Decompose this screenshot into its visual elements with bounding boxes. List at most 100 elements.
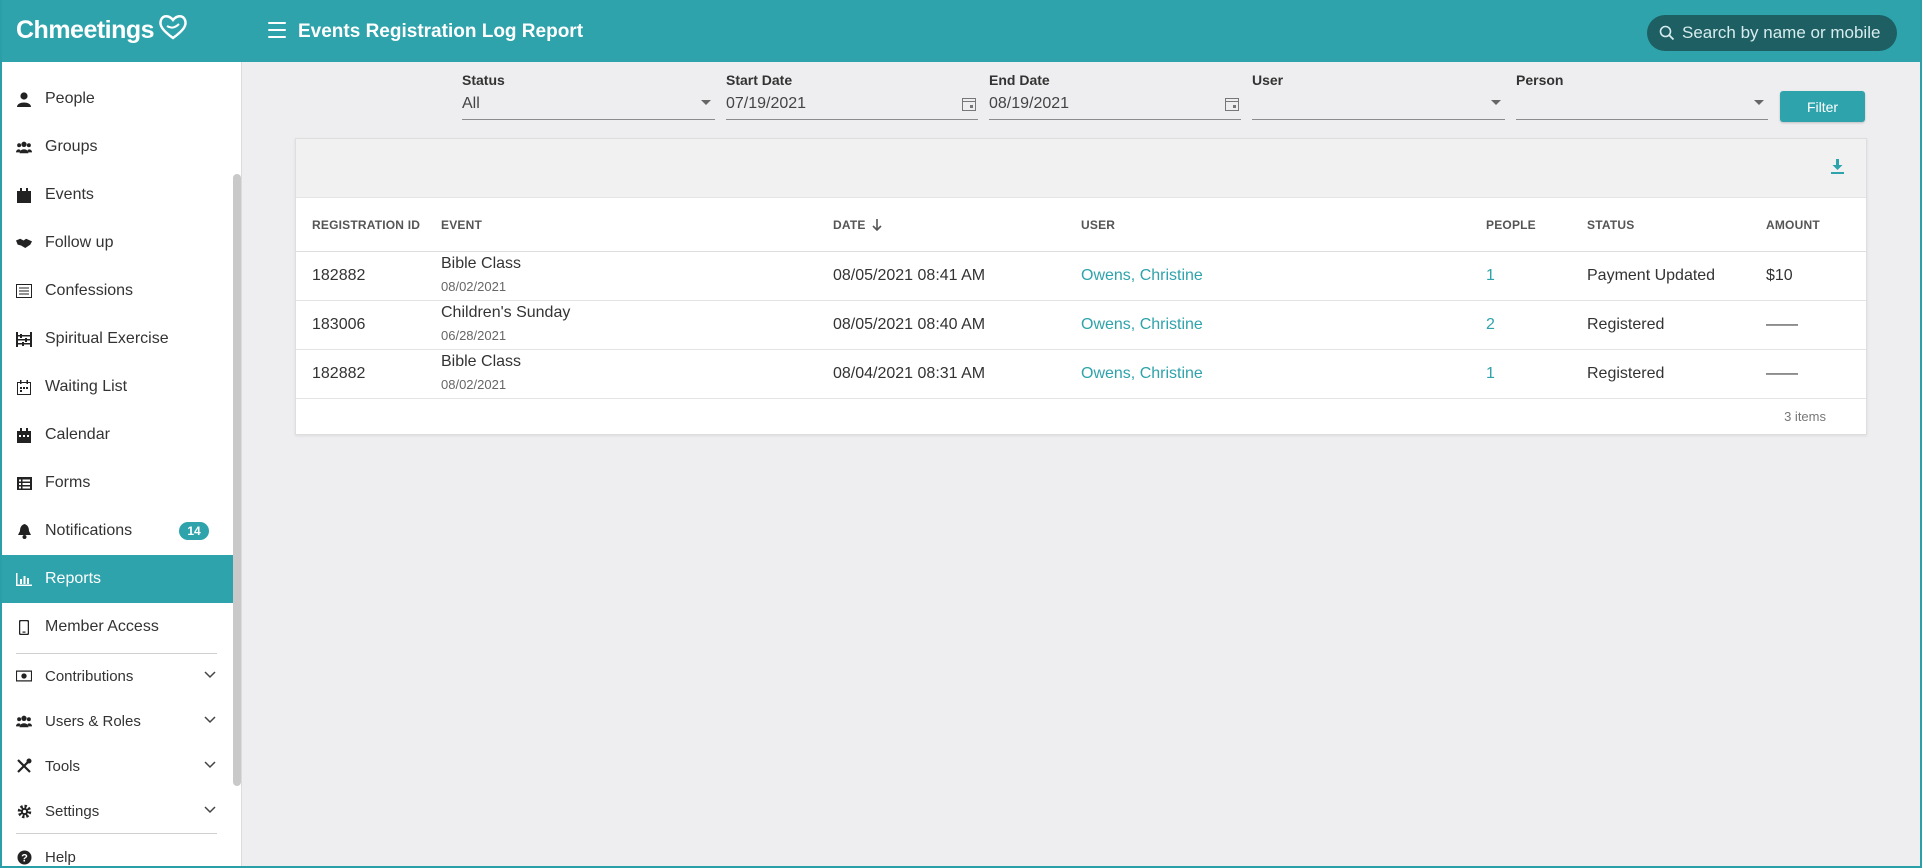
- dropdown-caret-icon: [701, 100, 711, 105]
- sidebar-item-follow-up[interactable]: Follow up: [0, 219, 233, 267]
- menu-toggle-icon[interactable]: [268, 22, 286, 38]
- sidebar-item-label: Confessions: [45, 282, 134, 299]
- app-logo[interactable]: Chmeetings: [16, 14, 188, 45]
- table-row[interactable]: 182882 Bible Class 08/02/2021 08/04/2021…: [296, 350, 1866, 399]
- dropdown-caret-icon: [1491, 100, 1501, 105]
- column-header-event[interactable]: EVENT: [441, 218, 482, 232]
- table-row[interactable]: 182882 Bible Class 08/02/2021 08/05/2021…: [296, 252, 1866, 301]
- sidebar-item-label: Calendar: [45, 426, 110, 443]
- download-icon[interactable]: [1831, 159, 1844, 174]
- sidebar-item-users-roles[interactable]: Users & Roles: [0, 699, 233, 743]
- amount: $10: [1766, 267, 1793, 284]
- event-name: Children's Sunday: [441, 304, 571, 321]
- registration-date: 08/05/2021 08:40 AM: [833, 316, 986, 333]
- sidebar: People Groups Events Follow up Confessio…: [0, 62, 242, 868]
- sidebar-scrollbar[interactable]: [233, 174, 241, 786]
- calendar-icon: [16, 427, 32, 443]
- sidebar-item-label: Groups: [45, 138, 98, 155]
- gear-icon: [16, 803, 32, 819]
- sidebar-item-label: Help: [45, 848, 76, 866]
- sidebar-item-confessions[interactable]: Confessions: [0, 267, 233, 315]
- mobile-icon: [16, 619, 32, 635]
- abacus-icon: [16, 331, 32, 347]
- chevron-down-icon: [204, 806, 216, 814]
- sidebar-item-settings[interactable]: Settings: [0, 789, 233, 833]
- user-link[interactable]: Owens, Christine: [1081, 365, 1203, 383]
- users-icon: [16, 713, 32, 729]
- sidebar-item-tools[interactable]: Tools: [0, 744, 233, 788]
- status-select[interactable]: All: [462, 92, 715, 120]
- search-input[interactable]: Search by name or mobile: [1647, 15, 1897, 51]
- registration-status: Registered: [1587, 316, 1665, 333]
- column-header-amount[interactable]: AMOUNT: [1766, 218, 1820, 232]
- calendar-picker-icon[interactable]: [1225, 97, 1239, 111]
- chart-icon: [16, 571, 32, 587]
- registration-status: Registered: [1587, 365, 1665, 382]
- user-filter[interactable]: User: [1252, 72, 1505, 122]
- sidebar-item-label: Member Access: [45, 618, 159, 635]
- start-date-filter[interactable]: Start Date 07/19/2021: [726, 72, 978, 122]
- user-link[interactable]: Owens, Christine: [1081, 316, 1203, 334]
- status-filter-label: Status: [462, 72, 505, 88]
- sidebar-item-people[interactable]: People: [0, 75, 233, 123]
- column-header-people[interactable]: PEOPLE: [1486, 218, 1536, 232]
- table-toolbar: [296, 139, 1866, 198]
- start-date-input[interactable]: 07/19/2021: [726, 92, 978, 120]
- sidebar-item-member-access[interactable]: Member Access: [0, 603, 233, 651]
- registration-id: 182882: [312, 365, 366, 382]
- handshake-icon: [16, 235, 32, 251]
- column-header-date: DATE: [833, 218, 866, 232]
- event-date: 08/02/2021: [441, 377, 507, 392]
- registration-date: 08/05/2021 08:41 AM: [833, 267, 986, 284]
- user-link[interactable]: Owens, Christine: [1081, 267, 1203, 285]
- sidebar-item-label: Settings: [45, 802, 100, 820]
- sidebar-item-help[interactable]: ? Help: [0, 835, 233, 868]
- filter-button[interactable]: Filter: [1780, 91, 1865, 122]
- sidebar-item-forms[interactable]: Forms: [0, 459, 233, 507]
- logo-text: Chmeetings: [16, 16, 155, 44]
- person-filter-label: Person: [1516, 72, 1564, 88]
- bell-icon: [16, 523, 32, 539]
- person-filter[interactable]: Person: [1516, 72, 1768, 122]
- person-select[interactable]: [1516, 92, 1768, 120]
- calendar-picker-icon[interactable]: [962, 97, 976, 111]
- chevron-down-icon: [204, 761, 216, 769]
- sidebar-item-label: People: [45, 90, 95, 107]
- end-date-filter[interactable]: End Date 08/19/2021: [989, 72, 1241, 122]
- registration-id: 183006: [312, 316, 366, 333]
- registration-date: 08/04/2021 08:31 AM: [833, 365, 986, 382]
- status-filter[interactable]: Status All: [462, 72, 715, 122]
- people-count-link[interactable]: 2: [1486, 316, 1495, 334]
- column-header-status[interactable]: STATUS: [1587, 218, 1634, 232]
- user-filter-label: User: [1252, 72, 1284, 88]
- start-date-label: Start Date: [726, 72, 793, 88]
- calendar-icon: [16, 187, 32, 203]
- event-date: 06/28/2021: [441, 328, 507, 343]
- event-name: Bible Class: [441, 353, 522, 370]
- sidebar-item-waiting-list[interactable]: Waiting List: [0, 363, 233, 411]
- sidebar-item-label: Forms: [45, 474, 91, 491]
- column-header-user[interactable]: USER: [1081, 218, 1115, 232]
- people-count-link[interactable]: 1: [1486, 267, 1495, 285]
- sidebar-item-label: Spiritual Exercise: [45, 330, 169, 347]
- sidebar-item-label: Contributions: [45, 667, 134, 685]
- table-row[interactable]: 183006 Children's Sunday 06/28/2021 08/0…: [296, 301, 1866, 350]
- sidebar-item-spiritual-exercise[interactable]: Spiritual Exercise: [0, 315, 233, 363]
- column-header-date-wrapper[interactable]: DATE: [833, 218, 882, 232]
- people-count-link[interactable]: 1: [1486, 365, 1495, 383]
- amount: ——: [1766, 316, 1798, 333]
- sidebar-item-groups[interactable]: Groups: [0, 123, 233, 171]
- sidebar-item-notifications[interactable]: Notifications 14: [0, 507, 233, 555]
- end-date-input[interactable]: 08/19/2021: [989, 92, 1241, 120]
- sidebar-item-contributions[interactable]: Contributions: [0, 654, 233, 698]
- users-icon: [16, 139, 32, 155]
- sidebar-item-reports[interactable]: Reports: [0, 555, 233, 603]
- sidebar-item-label: Events: [45, 186, 94, 203]
- sidebar-item-calendar[interactable]: Calendar: [0, 411, 233, 459]
- sidebar-item-events[interactable]: Events: [0, 171, 233, 219]
- user-select[interactable]: [1252, 92, 1505, 120]
- form-icon: [16, 475, 32, 491]
- list-icon: [16, 283, 32, 299]
- column-header-registration-id[interactable]: REGISTRATION ID: [312, 218, 420, 232]
- registration-status: Payment Updated: [1587, 267, 1716, 284]
